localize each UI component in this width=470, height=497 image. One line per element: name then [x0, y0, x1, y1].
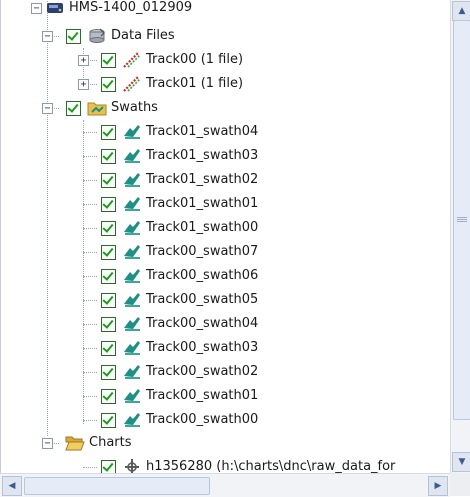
scroll-left-icon[interactable]: ◀: [2, 476, 22, 496]
swath-checkbox[interactable]: [101, 413, 116, 428]
swath-icon: [124, 173, 140, 187]
tree-node-swath[interactable]: Track00_swath00: [1, 408, 441, 432]
swath-icon: [124, 197, 140, 211]
data-files-icon: [89, 28, 105, 43]
tree-label-swath: Track00_swath02: [146, 364, 259, 379]
tree-node-swath[interactable]: Track00_swath05: [1, 288, 441, 312]
chart-checkbox[interactable]: [101, 460, 116, 473]
hard-drive-icon: [47, 3, 63, 13]
swath-icon: [124, 149, 140, 163]
horizontal-scroll-thumb[interactable]: [24, 477, 210, 495]
tree-label-root: HMS-1400_012909: [69, 0, 193, 15]
swath-icon: [124, 221, 140, 235]
chart-icon: [125, 459, 139, 473]
tree-node-root[interactable]: − HMS-1400_012909: [1, 0, 441, 20]
collapse-root-icon[interactable]: −: [31, 3, 42, 14]
swath-checkbox[interactable]: [101, 149, 116, 164]
swath-icon: [124, 125, 140, 139]
horizontal-scrollbar[interactable]: ◀ ▶: [0, 473, 450, 497]
layer-tree[interactable]: − HMS-1400_012909 − Data Files + Track00…: [0, 0, 451, 473]
swath-checkbox[interactable]: [101, 269, 116, 284]
tree-node-charts[interactable]: − Charts: [1, 431, 441, 455]
scroll-right-icon[interactable]: ▶: [428, 476, 448, 496]
swath-icon: [124, 389, 140, 403]
folder-open-icon: [65, 436, 85, 451]
tree-node-swath[interactable]: Track00_swath01: [1, 384, 441, 408]
tree-node-swath[interactable]: Track01_swath04: [1, 120, 441, 144]
tree-node-swath[interactable]: Track01_swath01: [1, 192, 441, 216]
collapse-data-files-icon[interactable]: −: [42, 31, 53, 42]
tree-node-swath[interactable]: Track00_swath06: [1, 264, 441, 288]
swath-checkbox[interactable]: [101, 317, 116, 332]
tree-node-swath[interactable]: Track00_swath02: [1, 360, 441, 384]
tree-node-swath[interactable]: Track00_swath04: [1, 312, 441, 336]
track00-file-checkbox[interactable]: [101, 53, 116, 68]
swath-checkbox[interactable]: [101, 341, 116, 356]
tree-label-data-files: Data Files: [111, 28, 175, 43]
tree-label-swath: Track01_swath03: [146, 148, 259, 163]
collapse-swaths-icon[interactable]: −: [42, 103, 53, 114]
tree-node-data-file[interactable]: + Track01 (1 file): [1, 72, 441, 96]
swath-icon: [124, 245, 140, 259]
tree-label-swath: Track00_swath07: [146, 244, 259, 259]
expand-track00-icon[interactable]: +: [78, 55, 89, 66]
swath-icon: [124, 317, 140, 331]
tree-label-swaths: Swaths: [111, 100, 158, 115]
tree-node-swath[interactable]: Track01_swath02: [1, 168, 441, 192]
swath-checkbox[interactable]: [101, 365, 116, 380]
tree-label-charts: Charts: [89, 435, 132, 450]
swath-icon: [124, 293, 140, 307]
tree-node-data-file[interactable]: + Track00 (1 file): [1, 48, 441, 72]
swath-checkbox[interactable]: [101, 125, 116, 140]
tree-label-swath: Track00_swath05: [146, 292, 259, 307]
vertical-scroll-thumb[interactable]: [453, 20, 470, 420]
tree-label-swath: Track00_swath03: [146, 340, 259, 355]
swath-checkbox[interactable]: [101, 245, 116, 260]
tree-node-swath[interactable]: Track00_swath07: [1, 240, 441, 264]
track01-file-checkbox[interactable]: [101, 77, 116, 92]
tree-label-track: Track01 (1 file): [146, 76, 244, 91]
track-icon: [123, 76, 141, 92]
swath-icon: [124, 341, 140, 355]
swath-icon: [124, 365, 140, 379]
tree-label-chart: h1356280 (h:\charts\dnc\raw_data_for: [146, 459, 396, 473]
collapse-charts-icon[interactable]: −: [42, 438, 53, 449]
swath-checkbox[interactable]: [101, 293, 116, 308]
scrollbar-corner: [450, 473, 470, 496]
swath-checkbox[interactable]: [101, 173, 116, 188]
tree-label-swath: Track00_swath00: [146, 412, 259, 427]
folder-icon: [87, 102, 107, 116]
tree-node-swath[interactable]: Track01_swath03: [1, 144, 441, 168]
tree-label-swath: Track00_swath06: [146, 268, 259, 283]
scroll-up-icon[interactable]: ▲: [452, 1, 470, 21]
tree-label-swath: Track01_swath00: [146, 220, 259, 235]
tree-node-chart[interactable]: h1356280 (h:\charts\dnc\raw_data_for: [1, 455, 441, 473]
swath-icon: [124, 269, 140, 283]
swath-icon: [124, 413, 140, 427]
tree-node-swath[interactable]: Track01_swath00: [1, 216, 441, 240]
swath-checkbox[interactable]: [101, 389, 116, 404]
tree-label-swath: Track01_swath04: [146, 124, 259, 139]
swath-checkbox[interactable]: [101, 221, 116, 236]
tree-label-swath: Track00_swath04: [146, 316, 259, 331]
scroll-down-icon[interactable]: ▼: [452, 452, 470, 472]
vertical-scrollbar[interactable]: ▲ ▼: [450, 0, 470, 473]
track-icon: [123, 52, 141, 68]
swaths-checkbox[interactable]: [66, 101, 81, 116]
expand-track01-icon[interactable]: +: [78, 79, 89, 90]
tree-node-data-files[interactable]: − Data Files: [1, 24, 441, 48]
tree-label-track: Track00 (1 file): [146, 52, 244, 67]
tree-label-swath: Track00_swath01: [146, 388, 259, 403]
tree-node-swath[interactable]: Track00_swath03: [1, 336, 441, 360]
data-files-checkbox[interactable]: [66, 29, 81, 44]
tree-label-swath: Track01_swath01: [146, 196, 259, 211]
swath-checkbox[interactable]: [101, 197, 116, 212]
tree-node-swaths[interactable]: − Swaths: [1, 96, 441, 120]
tree-label-swath: Track01_swath02: [146, 172, 259, 187]
